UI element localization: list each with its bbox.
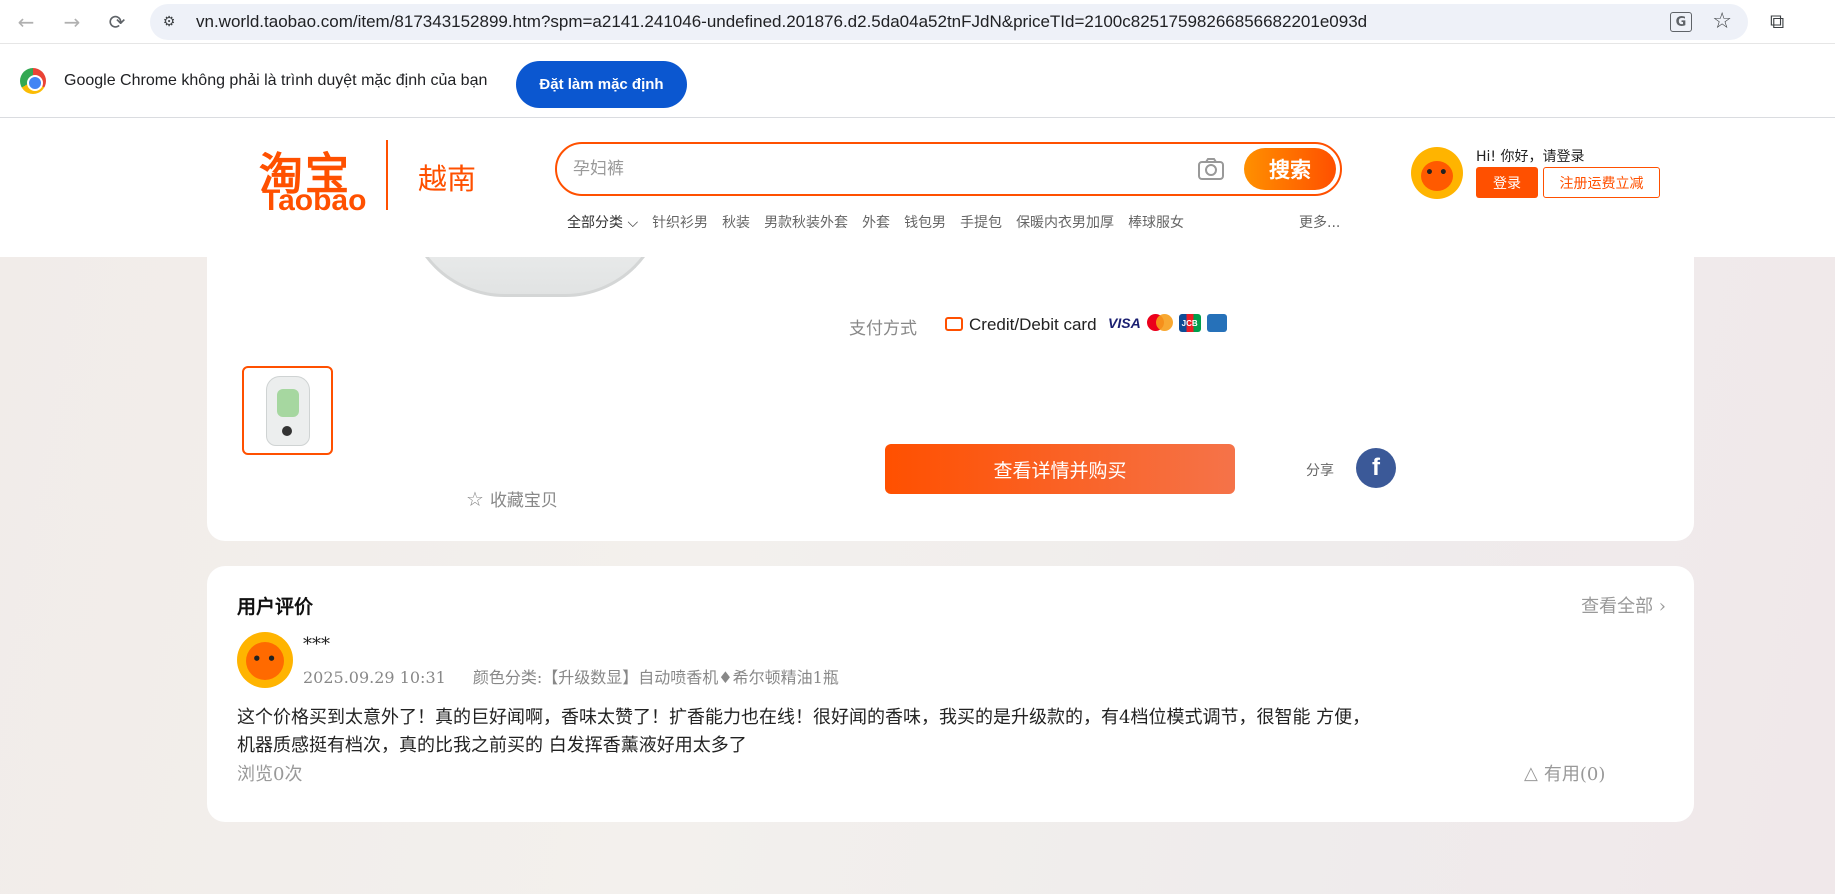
user-avatar[interactable] — [1411, 147, 1463, 199]
greeting-text: Hi! 你好，请登录 — [1476, 149, 1585, 165]
payment-label: 支付方式 — [849, 319, 917, 339]
review-date: 2025.09.29 10:31 — [303, 668, 446, 687]
reviewer-avatar — [237, 632, 293, 688]
review-text: 这个价格买到太意外了！真的巨好闻啊，香味太赞了！扩香能力也在线！很好闻的香味，我… — [237, 704, 1527, 760]
payment-method-text: Credit/Debit card — [969, 315, 1097, 334]
site-info-icon[interactable]: ⚙ — [160, 13, 178, 31]
amex-logo-icon — [1206, 314, 1227, 332]
extensions-icon[interactable]: ⧉ — [1770, 9, 1794, 33]
category-more-link[interactable]: 更多... — [1299, 212, 1340, 232]
register-button[interactable]: 注册运费立减 — [1543, 167, 1660, 198]
login-button[interactable]: 登录 — [1476, 167, 1538, 198]
diffuser-thumbnail-image — [266, 376, 310, 446]
credit-card-icon — [945, 317, 963, 331]
category-item[interactable]: 保暖内衣男加厚 — [1016, 212, 1114, 234]
useful-button[interactable]: △ 有用(0) — [1524, 760, 1605, 786]
share-label: 分享 — [1306, 463, 1334, 479]
taobao-logo-en[interactable]: Taobao — [262, 184, 366, 218]
set-default-button[interactable]: Đặt làm mặc định — [516, 61, 687, 108]
view-count: 浏览0次 — [237, 764, 303, 785]
favorite-button[interactable]: ☆ 收藏宝贝 — [466, 486, 558, 512]
facebook-icon[interactable]: f — [1356, 448, 1396, 488]
review-meta: 2025.09.29 10:31 颜色分类:【升级数显】自动喷香机♦希尔顿精油1… — [303, 664, 839, 688]
mastercard-logo-icon — [1146, 314, 1173, 332]
region-label: 越南 — [418, 162, 477, 196]
review-text-line: 这个价格买到太意外了！真的巨好闻啊，香味太赞了！扩香能力也在线！很好闻的香味，我… — [237, 707, 1371, 728]
category-item[interactable]: 手提包 — [960, 212, 1002, 234]
review-section: 用户评价 查看全部 › *** 2025.09.29 10:31 颜色分类:【升… — [207, 566, 1694, 822]
bookmark-star-icon[interactable]: ☆ — [1712, 9, 1732, 34]
site-header: 淘宝 Taobao 越南 搜索 全部分类 ⌵ 针织衫男 秋装 男款秋装外套 外套… — [0, 118, 1835, 257]
view-all-reviews-link[interactable]: 查看全部 › — [1581, 592, 1666, 618]
logo-divider — [386, 140, 388, 210]
star-icon: ☆ — [466, 486, 484, 511]
category-item[interactable]: 外套 — [862, 212, 890, 234]
forward-arrow-icon[interactable]: → — [58, 8, 86, 36]
view-and-buy-button[interactable]: 查看详情并购买 — [885, 444, 1235, 494]
camera-icon[interactable] — [1197, 157, 1225, 181]
category-item[interactable]: 钱包男 — [904, 212, 946, 234]
search-button[interactable]: 搜索 — [1244, 148, 1336, 190]
product-card: 支付方式 Credit/Debit card VISA JCB ☆ 收藏宝贝 查… — [207, 257, 1694, 541]
reviewer-name: *** — [303, 634, 330, 655]
review-section-title: 用户评价 — [237, 596, 314, 618]
url-text[interactable]: vn.world.taobao.com/item/817343152899.ht… — [196, 12, 1367, 32]
review-sku: 颜色分类:【升级数显】自动喷香机♦希尔顿精油1瓶 — [472, 668, 839, 687]
category-item[interactable]: 棒球服女 — [1128, 212, 1184, 234]
default-browser-infobar: Google Chrome không phải là trình duyệt … — [0, 45, 1835, 118]
visa-logo-icon: VISA — [1108, 315, 1141, 331]
product-main-image — [405, 257, 665, 297]
chrome-logo-icon — [20, 68, 46, 94]
back-arrow-icon[interactable]: ← — [12, 8, 40, 36]
category-item[interactable]: 男款秋装外套 — [764, 212, 848, 234]
thumbs-up-icon: △ — [1524, 762, 1538, 784]
category-all[interactable]: 全部分类 ⌵ — [567, 212, 638, 234]
translate-icon[interactable]: G — [1670, 12, 1692, 32]
search-input[interactable] — [573, 154, 1173, 184]
search-box: 搜索 — [555, 142, 1342, 196]
reload-icon[interactable]: ⟳ — [103, 8, 131, 36]
jcb-logo-icon: JCB — [1178, 314, 1201, 332]
review-text-line: 机器质感挺有档次，真的比我之前买的 白发挥香薰液好用太多了 — [237, 735, 747, 756]
browser-toolbar: ← → ⟳ ⚙ vn.world.taobao.com/item/8173431… — [0, 0, 1835, 44]
product-thumbnail[interactable] — [242, 366, 333, 455]
category-item[interactable]: 秋装 — [722, 212, 750, 234]
category-item[interactable]: 针织衫男 — [652, 212, 708, 234]
card-logos: VISA JCB — [1108, 314, 1227, 332]
favorite-label: 收藏宝贝 — [489, 491, 558, 511]
useful-label: 有用(0) — [1543, 764, 1606, 785]
category-nav: 全部分类 ⌵ 针织衫男 秋装 男款秋装外套 外套 钱包男 手提包 保暖内衣男加厚… — [567, 212, 1198, 234]
address-bar[interactable]: ⚙ vn.world.taobao.com/item/817343152899.… — [150, 4, 1748, 40]
infobar-message: Google Chrome không phải là trình duyệt … — [64, 72, 488, 89]
